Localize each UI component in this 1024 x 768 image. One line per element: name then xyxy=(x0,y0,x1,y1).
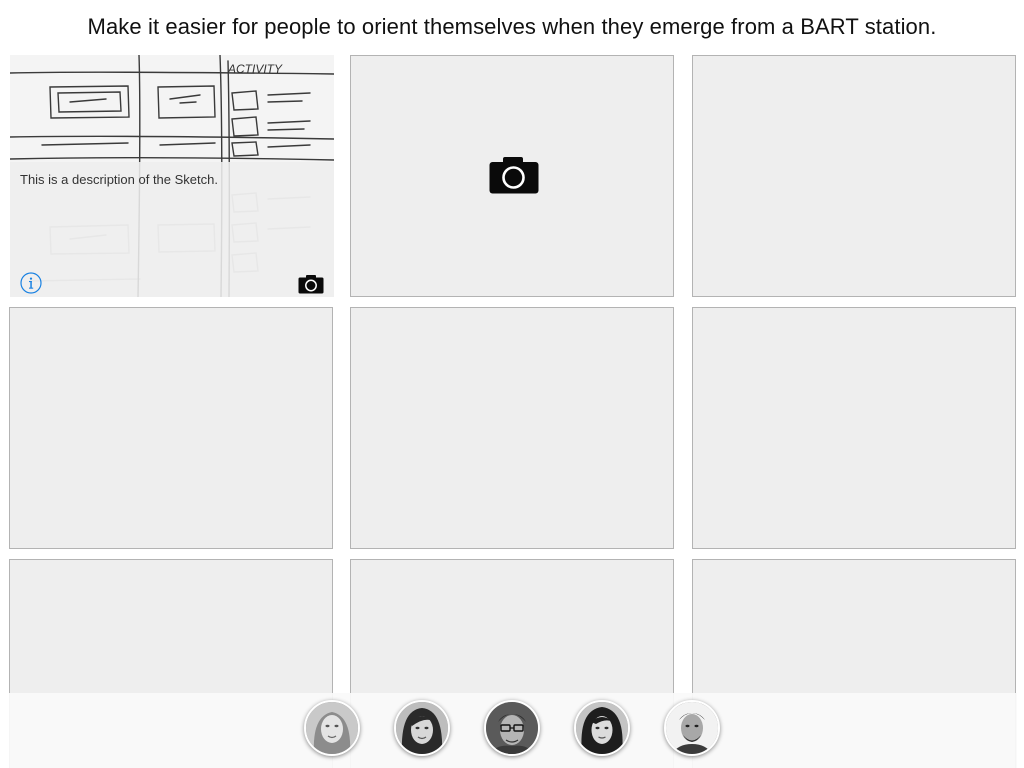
empty-sketch-tile[interactable] xyxy=(350,307,674,549)
empty-sketch-tile[interactable] xyxy=(692,307,1016,549)
empty-sketch-tile[interactable] xyxy=(350,55,674,297)
team-member-avatar[interactable] xyxy=(484,700,540,756)
sketch-handwritten-label: ACTIVITY xyxy=(227,62,283,76)
info-icon[interactable] xyxy=(20,272,42,294)
sketchboard-screen: Make it easier for people to orient them… xyxy=(0,0,1024,768)
sketch-tile[interactable]: ACTIVITY This is a description of the Sk… xyxy=(10,55,334,297)
sketch-description: This is a description of the Sketch. xyxy=(20,172,218,187)
camera-icon[interactable] xyxy=(489,156,539,194)
team-member-avatar[interactable] xyxy=(574,700,630,756)
avatar-photo xyxy=(576,702,628,754)
team-member-avatar[interactable] xyxy=(304,700,360,756)
avatar-photo xyxy=(396,702,448,754)
empty-sketch-tile[interactable] xyxy=(9,307,333,549)
camera-icon[interactable] xyxy=(298,274,324,294)
empty-sketch-tile[interactable] xyxy=(692,55,1016,297)
avatar-photo xyxy=(306,702,358,754)
team-member-avatar[interactable] xyxy=(664,700,720,756)
avatar-photo xyxy=(486,702,538,754)
avatar-photo xyxy=(666,702,718,754)
team-member-avatar[interactable] xyxy=(394,700,450,756)
design-prompt-title: Make it easier for people to orient them… xyxy=(87,14,937,39)
